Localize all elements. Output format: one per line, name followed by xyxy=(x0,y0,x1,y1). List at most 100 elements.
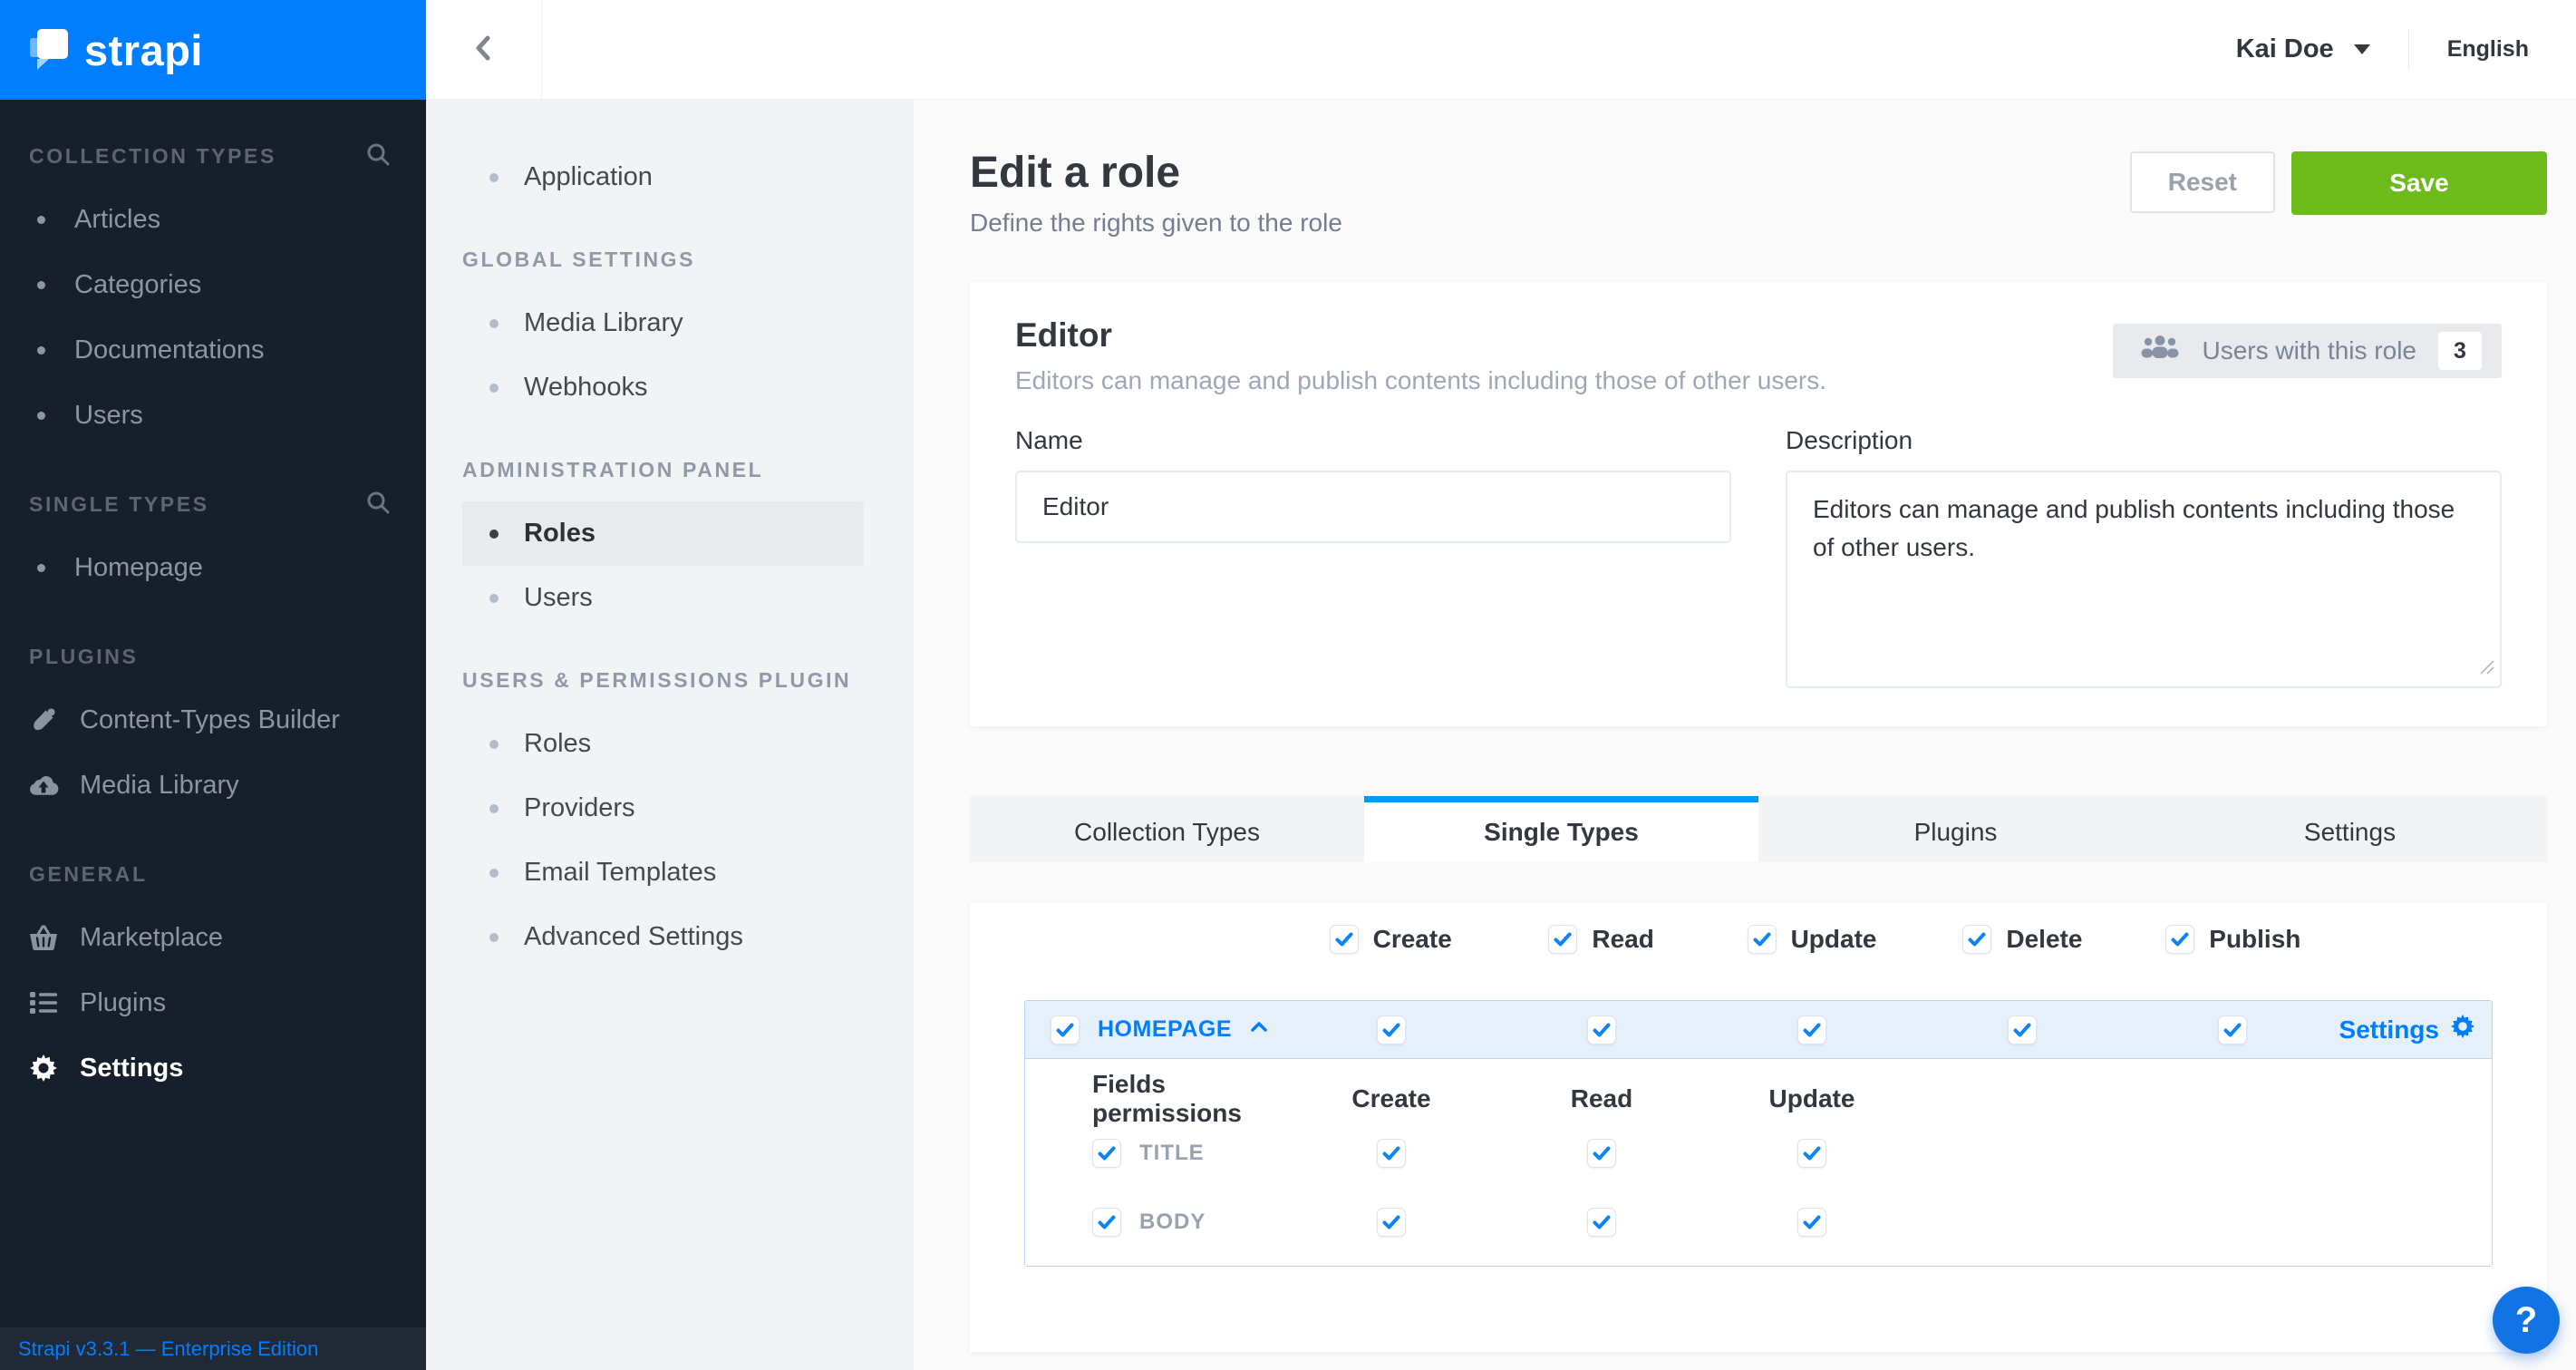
bullet-icon xyxy=(489,740,499,749)
subnav-item-providers[interactable]: Providers xyxy=(426,776,914,840)
content-type-block-homepage: HOMEPAGE Settings xyxy=(1024,1000,2493,1267)
header-divider xyxy=(2408,30,2409,70)
subnav-section-administration-panel: ADMINISTRATION PANEL Roles Users xyxy=(426,458,914,630)
version-link[interactable]: Strapi v3.3.1 — Enterprise Edition xyxy=(18,1337,318,1361)
checkbox-read-all[interactable] xyxy=(1548,925,1577,954)
sidebar-item-media-library[interactable]: Media Library xyxy=(0,753,426,818)
sidebar-item-label: Marketplace xyxy=(80,923,223,953)
sidebar-item-plugins[interactable]: Plugins xyxy=(0,970,426,1035)
bullet-icon xyxy=(37,412,45,420)
sidebar-item-homepage[interactable]: Homepage xyxy=(0,535,426,600)
section-plugins: PLUGINS Content-Types Builder Media Libr… xyxy=(0,636,426,818)
checkbox-body-read[interactable] xyxy=(1587,1208,1616,1237)
tab-collection-types[interactable]: Collection Types xyxy=(970,796,1364,862)
user-name: Kai Doe xyxy=(2236,34,2334,64)
role-name-input[interactable] xyxy=(1015,471,1731,543)
subnav-item-label: Roles xyxy=(524,729,591,759)
tab-plugins[interactable]: Plugins xyxy=(1758,796,2153,862)
settings-link-label: Settings xyxy=(2339,1015,2439,1045)
page-header: Edit a role Define the rights given to t… xyxy=(970,150,2547,238)
bullet-icon xyxy=(37,564,45,572)
sidebar-item-categories[interactable]: Categories xyxy=(0,252,426,317)
name-field-label: Name xyxy=(1015,427,1731,454)
checkbox-publish-all[interactable] xyxy=(2165,925,2194,954)
checkbox-homepage-read[interactable] xyxy=(1587,1015,1616,1045)
search-icon[interactable] xyxy=(364,489,392,520)
actions-header-row: Create Read Update Delete Publish xyxy=(1024,903,2493,976)
checkbox-body-create[interactable] xyxy=(1377,1208,1406,1237)
checkbox-homepage-all[interactable] xyxy=(1051,1015,1080,1045)
sidebar-item-content-types-builder[interactable]: Content-Types Builder xyxy=(0,687,426,753)
paintbrush-icon xyxy=(27,705,60,734)
checkbox-title-read[interactable] xyxy=(1587,1139,1616,1168)
checkbox-update-all[interactable] xyxy=(1748,925,1777,954)
main-content: Edit a role Define the rights given to t… xyxy=(914,100,2576,1370)
sidebar-item-marketplace[interactable]: Marketplace xyxy=(0,905,426,970)
checkbox-title-all[interactable] xyxy=(1092,1139,1121,1168)
field-name: BODY xyxy=(1139,1210,1206,1235)
checkbox-title-create[interactable] xyxy=(1377,1139,1406,1168)
checkbox-homepage-publish[interactable] xyxy=(2218,1015,2247,1045)
subnav-item-media-library[interactable]: Media Library xyxy=(426,291,914,355)
list-icon xyxy=(27,990,60,1015)
subnav-item-webhooks[interactable]: Webhooks xyxy=(426,355,914,420)
checkbox-body-update[interactable] xyxy=(1797,1208,1826,1237)
subnav-item-label: Roles xyxy=(524,519,596,549)
search-icon[interactable] xyxy=(364,141,392,172)
sidebar-item-settings[interactable]: Settings xyxy=(0,1035,426,1101)
sidebar-item-users[interactable]: Users xyxy=(0,383,426,448)
checkbox-homepage-update[interactable] xyxy=(1797,1015,1826,1045)
subnav-item-label: Advanced Settings xyxy=(524,922,743,952)
checkbox-create-all[interactable] xyxy=(1330,925,1359,954)
content-type-row-homepage[interactable]: HOMEPAGE Settings xyxy=(1025,1001,2492,1059)
section-title: SINGLE TYPES xyxy=(29,492,209,517)
subnav-section-users-permissions: USERS & PERMISSIONS PLUGIN Roles Provide… xyxy=(426,668,914,969)
role-description-textarea[interactable]: Editors can manage and publish contents … xyxy=(1786,471,2502,688)
subnav-item-roles[interactable]: Roles xyxy=(462,501,864,566)
language-selector[interactable]: English xyxy=(2447,36,2529,63)
sidebar-item-label: Settings xyxy=(80,1054,183,1083)
brand-text: strapi xyxy=(84,25,203,75)
checkbox-homepage-delete[interactable] xyxy=(2008,1015,2037,1045)
homepage-settings-link[interactable]: Settings xyxy=(2339,1014,2492,1045)
tab-settings[interactable]: Settings xyxy=(2153,796,2547,862)
strapi-logo[interactable]: strapi xyxy=(0,0,426,100)
content-type-name: HOMEPAGE xyxy=(1098,1016,1232,1043)
action-label: Publish xyxy=(2209,925,2300,954)
bullet-icon xyxy=(489,594,499,603)
checkbox-homepage-create[interactable] xyxy=(1377,1015,1406,1045)
checkbox-delete-all[interactable] xyxy=(1962,925,1991,954)
field-action-header: Create xyxy=(1286,1084,1496,1113)
subnav-item-up-roles[interactable]: Roles xyxy=(426,712,914,776)
sidebar-item-documentations[interactable]: Documentations xyxy=(0,317,426,383)
bullet-icon xyxy=(37,281,45,289)
permissions-tabs: Collection Types Single Types Plugins Se… xyxy=(970,796,2547,862)
page-title: Edit a role xyxy=(970,150,1342,197)
help-button[interactable]: ? xyxy=(2493,1287,2560,1354)
section-title: USERS & PERMISSIONS PLUGIN xyxy=(426,668,914,695)
checkbox-title-update[interactable] xyxy=(1797,1139,1826,1168)
chevron-up-icon[interactable] xyxy=(1250,1021,1268,1038)
subnav-item-label: Media Library xyxy=(524,308,683,338)
sidebar-item-label: Plugins xyxy=(80,988,166,1018)
subnav-item-email-templates[interactable]: Email Templates xyxy=(426,840,914,905)
sidebar-item-label: Users xyxy=(74,401,143,431)
subnav-item-advanced-settings[interactable]: Advanced Settings xyxy=(426,905,914,969)
bullet-icon xyxy=(489,933,499,942)
save-button[interactable]: Save xyxy=(2291,151,2547,215)
subnav-item-application[interactable]: Application xyxy=(426,145,914,209)
sidebar-item-label: Categories xyxy=(74,270,201,300)
subnav-item-users[interactable]: Users xyxy=(426,566,914,630)
section-title: PLUGINS xyxy=(29,645,138,669)
action-label: Read xyxy=(1592,925,1653,954)
field-action-header: Update xyxy=(1707,1084,1917,1113)
checkbox-body-all[interactable] xyxy=(1092,1208,1121,1237)
back-button[interactable] xyxy=(426,0,542,99)
users-with-role-button[interactable]: Users with this role 3 xyxy=(2113,324,2502,378)
gear-icon xyxy=(2450,1014,2475,1045)
sidebar-item-articles[interactable]: Articles xyxy=(0,187,426,252)
tab-single-types[interactable]: Single Types xyxy=(1364,796,1758,862)
user-menu[interactable]: Kai Doe xyxy=(2236,34,2370,64)
reset-button[interactable]: Reset xyxy=(2130,151,2275,213)
sidebar-item-label: Documentations xyxy=(74,335,265,365)
